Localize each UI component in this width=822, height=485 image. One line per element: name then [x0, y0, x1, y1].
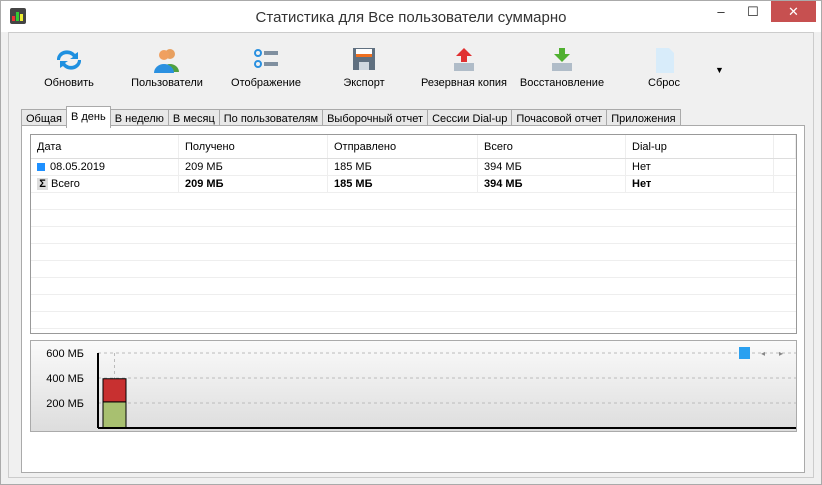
users-icon: [152, 47, 182, 73]
scroll-left-icon[interactable]: ◂: [761, 349, 765, 358]
toolbar-overflow-chevron-icon[interactable]: ▼: [715, 65, 724, 75]
export-button[interactable]: Экспорт: [334, 47, 394, 89]
close-button[interactable]: ✕: [771, 1, 816, 22]
column-header-dialup[interactable]: Dial-up: [626, 135, 774, 158]
floppy-icon: [349, 47, 379, 73]
download-icon: [547, 47, 577, 73]
maximize-button[interactable]: ☐: [738, 1, 768, 22]
blank-page-icon: [649, 47, 679, 73]
restore-button[interactable]: Восстановление: [517, 47, 607, 89]
table-total-row[interactable]: Σ Всего 209 МБ 185 МБ 394 МБ Нет: [31, 176, 796, 193]
minimize-button[interactable]: ‒: [706, 1, 736, 22]
upload-icon: [449, 47, 479, 73]
reset-button[interactable]: Сброс: [634, 47, 694, 89]
column-header-received[interactable]: Получено: [179, 135, 328, 158]
traffic-chart: 200 МБ400 МБ600 МБ08 май◂▸: [30, 340, 797, 447]
day-icon: [37, 163, 45, 171]
backup-button[interactable]: Резервная копия: [414, 47, 514, 89]
stats-table: Дата Получено Отправлено Всего Dial-up 0…: [30, 134, 797, 334]
bar-segment: [102, 401, 127, 429]
y-tick-label: 200 МБ: [46, 398, 84, 410]
column-header-total[interactable]: Всего: [478, 135, 626, 158]
chart-svg: 200 МБ400 МБ600 МБ08 май◂▸: [46, 347, 796, 447]
bar-segment: [102, 378, 127, 403]
scroll-right-icon[interactable]: ▸: [779, 349, 783, 358]
window: Статистика для Все пользователи суммарно…: [0, 0, 822, 485]
column-header-sent[interactable]: Отправлено: [328, 135, 478, 158]
y-tick-label: 600 МБ: [46, 348, 84, 360]
table-row[interactable]: 08.05.2019 209 МБ 185 МБ 394 МБ Нет: [31, 159, 796, 176]
users-button[interactable]: Пользователи: [127, 47, 207, 89]
tab-panel: Дата Получено Отправлено Всего Dial-up 0…: [21, 125, 805, 473]
display-options-icon: [251, 47, 281, 73]
refresh-button[interactable]: Обновить: [39, 47, 99, 89]
table-header: Дата Получено Отправлено Всего Dial-up: [31, 135, 796, 159]
tab-per-day[interactable]: В день: [65, 106, 111, 128]
client-area: Обновить Пользователи Отображение Экспор…: [8, 32, 814, 478]
window-title: Статистика для Все пользователи суммарно: [255, 9, 567, 26]
y-tick-label: 400 МБ: [46, 373, 84, 385]
display-button[interactable]: Отображение: [226, 47, 306, 89]
sigma-icon: Σ: [37, 178, 48, 190]
refresh-icon: [54, 47, 84, 73]
column-header-date[interactable]: Дата: [31, 135, 179, 158]
legend-icon: [739, 347, 750, 359]
title-bar: Статистика для Все пользователи суммарно…: [1, 1, 821, 32]
